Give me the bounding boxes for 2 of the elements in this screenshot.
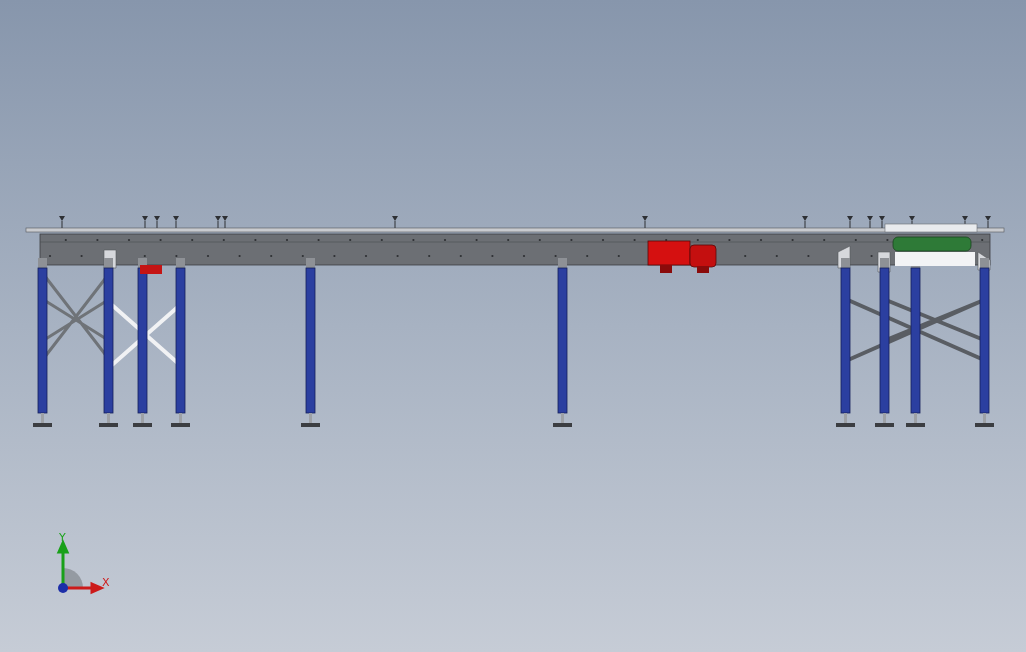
axis-label: Y [59,531,66,544]
axis-label: X [102,576,110,589]
